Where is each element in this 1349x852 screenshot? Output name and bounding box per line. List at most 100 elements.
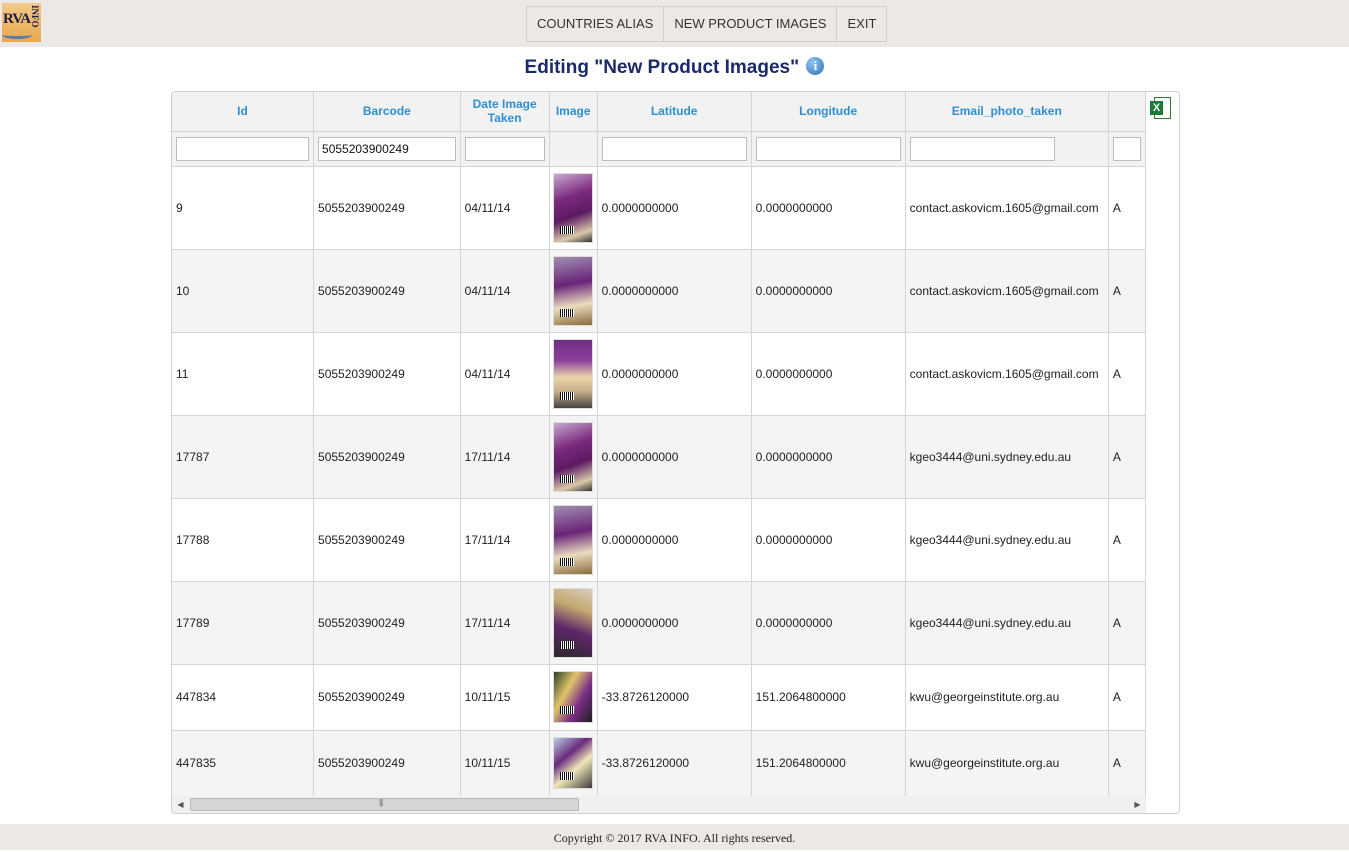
cell-id: 447834 — [172, 664, 315, 731]
cell-date: 17/11/14 — [460, 498, 550, 582]
cell-next: A — [1108, 249, 1146, 333]
table-row[interactable]: 17789 5055203900249 17/11/14 0.000000000… — [172, 581, 1146, 665]
title-row: Editing "New Product Images" i — [0, 57, 1349, 79]
scroll-right-icon[interactable]: ▶ — [1129, 796, 1146, 813]
table-row[interactable]: 447834 5055203900249 10/11/15 -33.872612… — [172, 664, 1146, 731]
cell-barcode: 5055203900249 — [313, 730, 461, 796]
cell-longitude: 151.2064800000 — [751, 664, 906, 731]
cell-longitude: 0.0000000000 — [751, 581, 906, 665]
footer-copyright: Copyright © 2017 RVA INFO. All rights re… — [0, 824, 1349, 850]
logo-text: RVA — [3, 11, 31, 27]
cell-longitude: 151.2064800000 — [751, 730, 906, 796]
table-row[interactable]: 17787 5055203900249 17/11/14 0.000000000… — [172, 415, 1146, 499]
cell-next: A — [1108, 415, 1146, 499]
cell-longitude: 0.0000000000 — [751, 249, 906, 333]
cell-longitude: 0.0000000000 — [751, 415, 906, 499]
product-image-thumbnail[interactable] — [553, 737, 594, 789]
cell-barcode: 5055203900249 — [313, 249, 461, 333]
product-image-thumbnail[interactable] — [553, 587, 594, 658]
cell-latitude: 0.0000000000 — [597, 581, 752, 665]
cell-barcode: 5055203900249 — [313, 581, 461, 665]
filter-date-input[interactable] — [464, 136, 545, 161]
cell-email: kwu@georgeinstitute.org.au — [905, 730, 1109, 796]
cell-date: 04/11/14 — [460, 249, 550, 333]
column-header-longitude[interactable]: Longitude — [751, 92, 906, 132]
table-row[interactable]: 11 5055203900249 04/11/14 0.0000000000 0… — [172, 332, 1146, 416]
cell-next: A — [1108, 664, 1146, 731]
scrollbar-thumb[interactable] — [190, 798, 579, 811]
cell-next: A — [1108, 581, 1146, 665]
scroll-left-icon[interactable]: ◀ — [172, 796, 189, 813]
product-image-thumbnail[interactable] — [553, 255, 594, 326]
cell-id: 447835 — [172, 730, 315, 796]
cell-date: 10/11/15 — [460, 730, 550, 796]
product-image-thumbnail[interactable] — [553, 172, 594, 243]
column-header-latitude[interactable]: Latitude — [597, 92, 752, 132]
cell-email: contact.askovicm.1605@gmail.com — [905, 166, 1109, 250]
menu-item-countries-alias[interactable]: COUNTRIES ALIAS — [527, 7, 665, 41]
page-title: Editing "New Product Images" — [524, 57, 800, 78]
filter-next-input[interactable] — [1112, 136, 1141, 161]
cell-barcode: 5055203900249 — [313, 664, 461, 731]
column-header-image[interactable]: Image — [549, 92, 598, 132]
column-header-email-photo-taken[interactable]: Email_photo_taken — [905, 92, 1109, 132]
cell-latitude: 0.0000000000 — [597, 249, 752, 333]
cell-id: 11 — [172, 332, 315, 416]
cell-latitude: 0.0000000000 — [597, 332, 752, 416]
cell-id: 9 — [172, 166, 315, 250]
table-row[interactable]: 10 5055203900249 04/11/14 0.0000000000 0… — [172, 249, 1146, 333]
cell-email: kgeo3444@uni.sydney.edu.au — [905, 498, 1109, 582]
data-grid: Id Barcode Date Image Taken Image Latitu… — [171, 91, 1180, 814]
info-icon[interactable]: i — [806, 57, 825, 75]
cell-barcode: 5055203900249 — [313, 498, 461, 582]
cell-next: A — [1108, 166, 1146, 250]
horizontal-scrollbar[interactable]: ◀ ▶ — [172, 796, 1146, 813]
menu-item-new-product-images[interactable]: NEW PRODUCT IMAGES — [664, 7, 838, 41]
cell-barcode: 5055203900249 — [313, 415, 461, 499]
filter-id-input[interactable] — [176, 136, 310, 161]
filter-row — [172, 131, 1146, 167]
product-image-thumbnail[interactable] — [553, 504, 594, 575]
cell-latitude: -33.8726120000 — [597, 664, 752, 731]
logo-swoosh — [2, 31, 32, 39]
cell-date: 17/11/14 — [460, 415, 550, 499]
cell-barcode: 5055203900249 — [313, 332, 461, 416]
cell-email: contact.askovicm.1605@gmail.com — [905, 249, 1109, 333]
product-image-thumbnail[interactable] — [553, 671, 594, 723]
cell-email: contact.askovicm.1605@gmail.com — [905, 332, 1109, 416]
cell-id: 10 — [172, 249, 315, 333]
cell-date: 04/11/14 — [460, 332, 550, 416]
cell-latitude: 0.0000000000 — [597, 498, 752, 582]
filter-latitude-input[interactable] — [601, 136, 747, 161]
product-image-thumbnail[interactable] — [553, 421, 594, 492]
product-image-thumbnail[interactable] — [553, 338, 594, 409]
filter-barcode-input[interactable] — [318, 136, 456, 161]
table-row[interactable]: 447835 5055203900249 10/11/15 -33.872612… — [172, 730, 1146, 796]
cell-next: A — [1108, 730, 1146, 796]
cell-barcode: 5055203900249 — [313, 166, 461, 250]
rva-info-logo[interactable]: RVA INFO — [2, 3, 41, 42]
cell-latitude: -33.8726120000 — [597, 730, 752, 796]
filter-longitude-input[interactable] — [755, 136, 901, 161]
column-header-id[interactable]: Id — [172, 92, 315, 132]
menu-item-exit[interactable]: EXIT — [837, 7, 886, 41]
product-images-table: Id Barcode Date Image Taken Image Latitu… — [172, 92, 1146, 796]
column-header-date-image-taken[interactable]: Date Image Taken — [460, 92, 550, 132]
excel-export-icon[interactable]: X — [1150, 97, 1172, 119]
cell-id: 17788 — [172, 498, 315, 582]
filter-email-input[interactable] — [909, 136, 1055, 161]
table-row[interactable]: 9 5055203900249 04/11/14 0.0000000000 0.… — [172, 166, 1146, 250]
cell-next: A — [1108, 332, 1146, 416]
cell-email: kgeo3444@uni.sydney.edu.au — [905, 581, 1109, 665]
cell-next: A — [1108, 498, 1146, 582]
column-header-next[interactable] — [1108, 92, 1146, 132]
cell-date: 04/11/14 — [460, 166, 550, 250]
top-bar: RVA INFO COUNTRIES ALIAS NEW PRODUCT IMA… — [0, 0, 1349, 47]
cell-longitude: 0.0000000000 — [751, 498, 906, 582]
column-header-barcode[interactable]: Barcode — [313, 92, 461, 132]
table-row[interactable]: 17788 5055203900249 17/11/14 0.000000000… — [172, 498, 1146, 582]
cell-latitude: 0.0000000000 — [597, 415, 752, 499]
cell-id: 17789 — [172, 581, 315, 665]
logo-subtext: INFO — [30, 5, 40, 28]
cell-id: 17787 — [172, 415, 315, 499]
